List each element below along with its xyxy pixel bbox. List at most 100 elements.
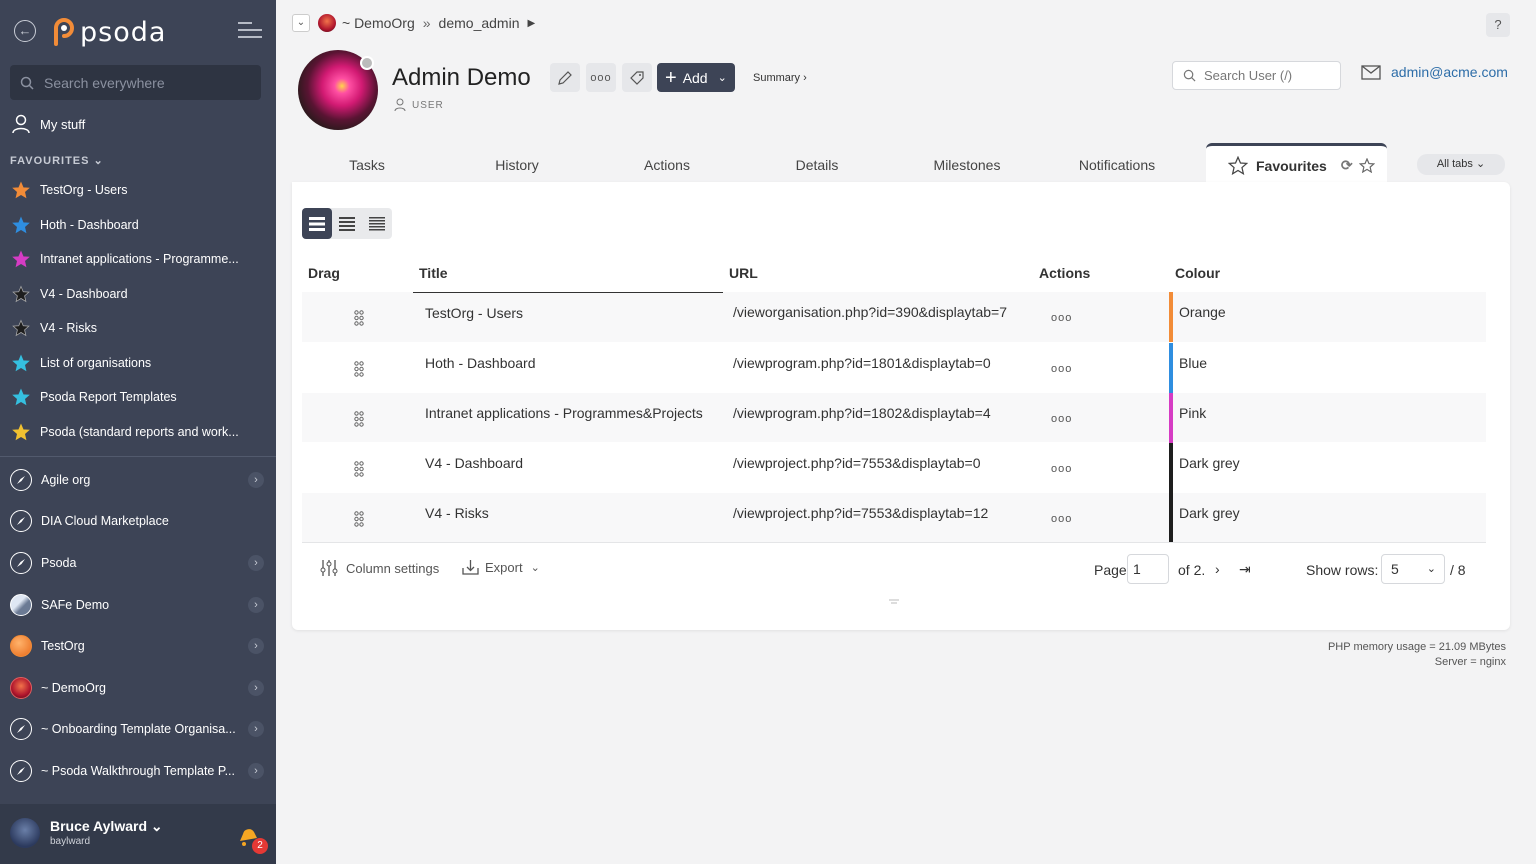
- page-number-input[interactable]: 1: [1127, 554, 1169, 584]
- favourite-url-link[interactable]: /viewproject.php?id=7553&displaytab=0: [723, 442, 1033, 492]
- avatar[interactable]: [10, 818, 40, 848]
- favourite-url-link[interactable]: /viewprogram.php?id=1802&displaytab=4: [723, 392, 1033, 442]
- chevron-right-icon[interactable]: ›: [248, 721, 264, 738]
- breadcrumb-org[interactable]: ~ DemoOrg: [342, 15, 415, 31]
- favourite-url-link[interactable]: /viewprogram.php?id=1801&displaytab=0: [723, 342, 1033, 392]
- tab-actions[interactable]: Actions: [592, 157, 742, 173]
- sidebar-organisation-item[interactable]: ~ DemoOrg ›: [0, 667, 276, 709]
- table-row[interactable]: V4 - Risks/viewproject.php?id=7553&displ…: [302, 492, 1486, 543]
- sidebar-organisation-item[interactable]: Psoda ›: [0, 542, 276, 584]
- pencil-icon: [558, 70, 572, 85]
- all-tabs-dropdown[interactable]: All tabs ⌄: [1417, 154, 1505, 175]
- table-row[interactable]: TestOrg - Users/vieworganisation.php?id=…: [302, 292, 1486, 342]
- column-header-url[interactable]: URL: [723, 254, 1033, 292]
- sidebar-favourite-item[interactable]: Intranet applications - Programme...: [0, 242, 276, 277]
- my-stuff-link[interactable]: My stuff: [12, 114, 85, 134]
- sidebar-organisation-label: Psoda: [41, 555, 77, 570]
- column-header-drag[interactable]: Drag: [302, 254, 413, 292]
- chevron-right-icon[interactable]: ›: [248, 762, 264, 779]
- drag-cell[interactable]: [302, 342, 413, 392]
- favourites-heading[interactable]: FAVOURITES ⌄: [10, 154, 104, 167]
- column-header-colour[interactable]: Colour: [1169, 254, 1486, 292]
- sidebar-favourite-item[interactable]: List of organisations: [0, 346, 276, 381]
- summary-link[interactable]: Summary ›: [753, 72, 807, 84]
- sidebar-favourite-item[interactable]: Hoth - Dashboard: [0, 208, 276, 243]
- drag-handle-icon[interactable]: [354, 360, 364, 377]
- edit-button[interactable]: [550, 63, 580, 92]
- chevron-right-icon[interactable]: ›: [248, 554, 264, 571]
- sidebar-organisation-item[interactable]: DIA Cloud Marketplace: [0, 501, 276, 543]
- user-name[interactable]: Bruce Aylward ⌄: [50, 818, 163, 835]
- refresh-icon[interactable]: ⟳: [1341, 157, 1353, 174]
- tab-details[interactable]: Details: [742, 157, 892, 173]
- sidebar-favourite-item[interactable]: V4 - Risks: [0, 311, 276, 346]
- user-panel[interactable]: Bruce Aylward ⌄ baylward 2: [0, 804, 276, 864]
- star-icon: [12, 423, 30, 441]
- drag-handle-icon[interactable]: [354, 410, 364, 427]
- caret-right-icon[interactable]: ▶: [527, 18, 535, 29]
- export-button[interactable]: Export ⌄: [462, 559, 540, 575]
- drag-handle-icon[interactable]: [354, 460, 364, 477]
- rows-per-page-select[interactable]: 5 ⌄: [1381, 554, 1445, 584]
- chevron-right-icon[interactable]: ›: [248, 471, 264, 488]
- chevron-down-icon[interactable]: ⌄: [292, 14, 310, 32]
- drag-cell[interactable]: [302, 492, 413, 542]
- ellipsis-icon[interactable]: ooo: [1051, 513, 1072, 525]
- column-settings-button[interactable]: Column settings: [320, 559, 439, 577]
- sidebar-organisation-item[interactable]: SAFe Demo ›: [0, 584, 276, 626]
- drag-handle-icon[interactable]: [354, 310, 364, 326]
- last-page-icon[interactable]: ⇥: [1239, 561, 1251, 578]
- help-button[interactable]: ?: [1486, 13, 1510, 37]
- drag-cell[interactable]: [302, 292, 413, 342]
- search-user-input[interactable]: Search User (/): [1172, 61, 1341, 90]
- psoda-logo[interactable]: psoda: [50, 14, 166, 48]
- star-outline-icon[interactable]: [1358, 158, 1375, 173]
- ellipsis-icon[interactable]: ooo: [1051, 413, 1072, 425]
- tab-favourites[interactable]: Favourites ⟳: [1206, 143, 1387, 185]
- column-header-actions[interactable]: Actions: [1033, 254, 1169, 292]
- tab-history[interactable]: History: [442, 157, 592, 173]
- list-view-large-icon[interactable]: [302, 208, 332, 239]
- add-button[interactable]: + Add ⌄: [657, 63, 735, 92]
- back-arrow-icon[interactable]: ←: [14, 20, 36, 42]
- resize-handle-icon[interactable]: [888, 598, 900, 606]
- next-page-icon[interactable]: ›: [1215, 561, 1220, 577]
- ellipsis-icon[interactable]: ooo: [1051, 463, 1072, 475]
- ellipsis-icon[interactable]: ooo: [1051, 312, 1072, 324]
- table-row[interactable]: V4 - Dashboard/viewproject.php?id=7553&d…: [302, 442, 1486, 493]
- column-header-title[interactable]: Title: [413, 254, 723, 293]
- drag-handle-icon[interactable]: [354, 510, 364, 527]
- drag-cell[interactable]: [302, 392, 413, 442]
- sidebar-organisation-item[interactable]: ~ Psoda Walkthrough Template P... ›: [0, 750, 276, 792]
- tag-button[interactable]: [622, 63, 652, 92]
- collapse-menu-icon[interactable]: [238, 22, 262, 40]
- sidebar-favourite-item[interactable]: Psoda (standard reports and work...: [0, 415, 276, 450]
- list-view-compact-icon[interactable]: [362, 208, 392, 239]
- presence-indicator: [360, 56, 374, 70]
- chevron-right-icon[interactable]: ›: [248, 638, 264, 655]
- tab-tasks[interactable]: Tasks: [292, 157, 442, 173]
- search-everywhere-input[interactable]: Search everywhere: [10, 65, 261, 100]
- tab-milestones[interactable]: Milestones: [892, 157, 1042, 173]
- sidebar-favourite-item[interactable]: TestOrg - Users: [0, 173, 276, 208]
- tab-notifications[interactable]: Notifications: [1042, 157, 1192, 173]
- table-row[interactable]: Hoth - Dashboard/viewprogram.php?id=1801…: [302, 342, 1486, 393]
- drag-cell[interactable]: [302, 442, 413, 492]
- chevron-right-icon[interactable]: ›: [248, 679, 264, 696]
- favourite-url-link[interactable]: /viewproject.php?id=7553&displaytab=12: [723, 492, 1033, 542]
- breadcrumb-user[interactable]: demo_admin: [439, 15, 520, 31]
- notifications-button[interactable]: 2: [236, 824, 268, 854]
- sidebar-organisation-item[interactable]: Agile org ›: [0, 459, 276, 501]
- favourite-title: V4 - Dashboard: [425, 454, 524, 471]
- list-view-medium-icon[interactable]: [332, 208, 362, 239]
- sidebar-favourite-item[interactable]: V4 - Dashboard: [0, 277, 276, 312]
- table-row[interactable]: Intranet applications - Programmes&Proje…: [302, 392, 1486, 443]
- sidebar-organisation-item[interactable]: ~ Onboarding Template Organisa... ›: [0, 709, 276, 751]
- chevron-right-icon[interactable]: ›: [248, 596, 264, 613]
- favourite-url-link[interactable]: /vieworganisation.php?id=390&displaytab=…: [723, 292, 1033, 342]
- sidebar-favourite-item[interactable]: Psoda Report Templates: [0, 380, 276, 415]
- ellipsis-icon[interactable]: ooo: [1051, 363, 1072, 375]
- more-options-button[interactable]: ooo: [586, 63, 616, 92]
- sidebar-organisation-item[interactable]: TestOrg ›: [0, 625, 276, 667]
- email-link[interactable]: admin@acme.com: [1361, 64, 1508, 80]
